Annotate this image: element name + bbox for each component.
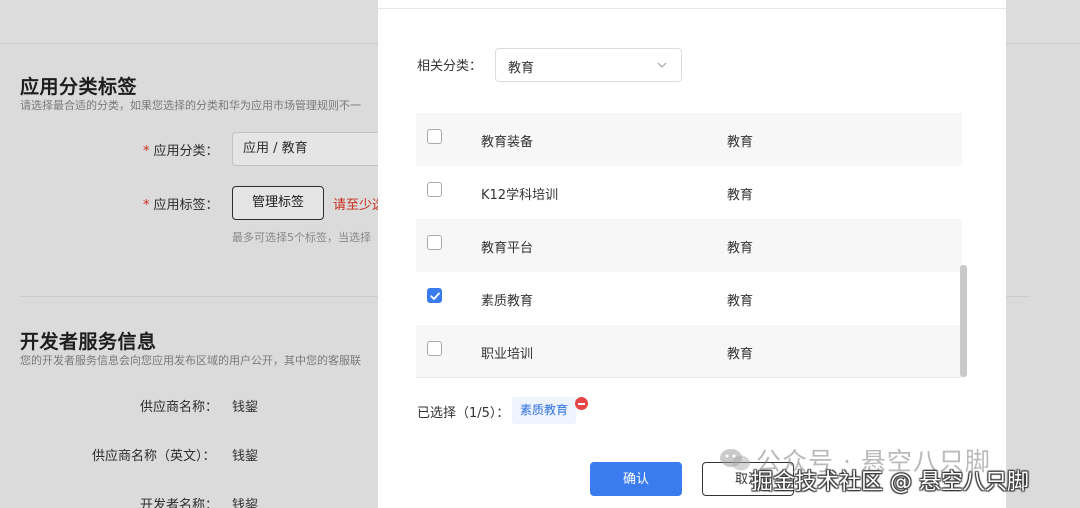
selected-tag: 素质教育 xyxy=(512,397,577,424)
related-category-select[interactable]: 教育 xyxy=(495,48,682,82)
related-category-value: 教育 xyxy=(508,61,535,76)
wechat-icon xyxy=(720,449,750,471)
checkmark-icon xyxy=(430,292,440,300)
tag-list[interactable]: 教育装备 教育 K12学科培训 教育 教育平台 教育 素质教育 教育 职业培训 … xyxy=(416,86,968,378)
list-bottom-divider xyxy=(416,377,962,378)
tag-checkbox[interactable] xyxy=(427,182,442,197)
tag-name: 职业培训 xyxy=(481,347,534,362)
tag-category: 教育 xyxy=(727,135,754,150)
tag-category: 教育 xyxy=(727,188,754,203)
tag-name: 素质教育 xyxy=(481,294,534,309)
dialog-header-divider xyxy=(378,8,1006,9)
list-item[interactable]: 教育装备 教育 xyxy=(416,113,962,166)
tag-category: 教育 xyxy=(727,241,754,256)
list-item[interactable]: 职业培训 教育 xyxy=(416,325,962,378)
list-item[interactable]: 素质教育 教育 xyxy=(416,272,962,325)
related-category-label: 相关分类： xyxy=(417,59,483,74)
list-item[interactable]: K12学科培训 教育 xyxy=(416,166,962,219)
remove-tag-icon[interactable] xyxy=(575,397,588,410)
tag-name: 教育装备 xyxy=(481,135,534,150)
tag-category: 教育 xyxy=(727,294,754,309)
chevron-down-icon xyxy=(657,62,667,68)
tag-checkbox-checked[interactable] xyxy=(427,288,442,303)
selected-count-label: 已选择（1/5）： xyxy=(417,406,510,421)
tag-category: 教育 xyxy=(727,347,754,362)
list-scrollbar[interactable] xyxy=(960,265,967,377)
tag-checkbox[interactable] xyxy=(427,235,442,250)
juejin-watermark: 掘金技术社区 @ 悬空八只脚 xyxy=(751,470,1029,495)
tag-select-dialog: 相关分类： 教育 教育装备 教育 K12学科培训 教育 教育平台 教育 素质教育… xyxy=(378,0,1006,508)
tag-checkbox[interactable] xyxy=(427,129,442,144)
tag-name: K12学科培训 xyxy=(481,188,559,203)
confirm-button[interactable]: 确认 xyxy=(590,462,682,496)
tag-checkbox[interactable] xyxy=(427,341,442,356)
list-item[interactable]: 教育平台 教育 xyxy=(416,219,962,272)
tag-name: 教育平台 xyxy=(481,241,534,256)
